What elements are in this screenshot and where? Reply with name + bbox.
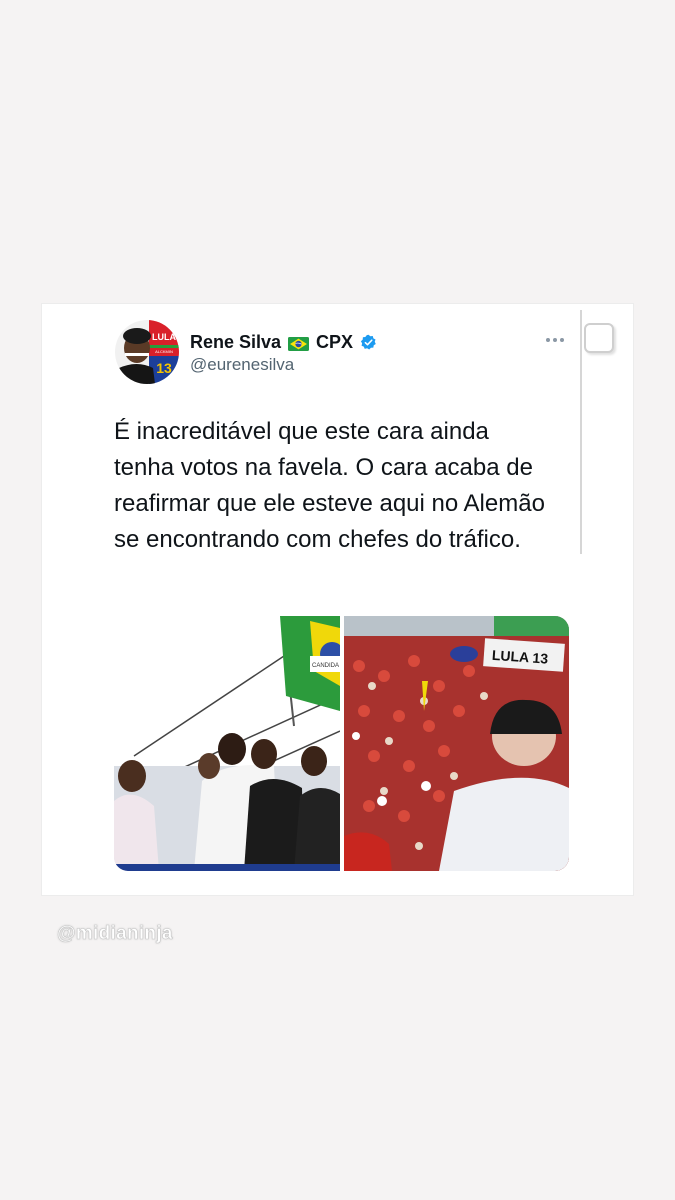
divider-line — [580, 310, 582, 554]
verified-badge-icon — [360, 334, 377, 351]
more-options-icon[interactable] — [546, 332, 568, 348]
avatar[interactable]: LULA ALCKMIN 13 — [115, 320, 179, 384]
name-suffix: CPX — [316, 331, 354, 352]
avatar-badge-top: LULA — [152, 332, 176, 342]
flag-banner-text: CANDIDA — [312, 663, 339, 669]
tweet-media[interactable]: CANDIDA LULA 13 — [114, 616, 569, 871]
display-name[interactable]: Rene Silva — [190, 332, 281, 353]
avatar-image: LULA ALCKMIN 13 — [115, 320, 179, 384]
media-photo-left[interactable]: CANDIDA — [114, 616, 340, 871]
story-page: { "tweet": { "display_name": "Rene Silva… — [0, 0, 675, 1200]
handle[interactable]: @eurenesilva — [190, 355, 294, 375]
author-name-row[interactable]: Rene Silva CPX — [190, 331, 377, 353]
tweet-text: É inacreditável que este cara ainda tenh… — [114, 418, 545, 553]
avatar-badge-number: 13 — [156, 360, 172, 376]
media-photo-right[interactable]: LULA 13 — [344, 616, 569, 871]
watermark: @midianinja — [57, 923, 173, 945]
avatar-badge-middle: ALCKMIN — [155, 349, 173, 354]
tweet-card: LULA ALCKMIN 13 Rene Silva CPX @eurenesi… — [42, 304, 633, 895]
brazil-flag-icon — [288, 335, 310, 351]
share-square-icon[interactable] — [584, 323, 614, 353]
